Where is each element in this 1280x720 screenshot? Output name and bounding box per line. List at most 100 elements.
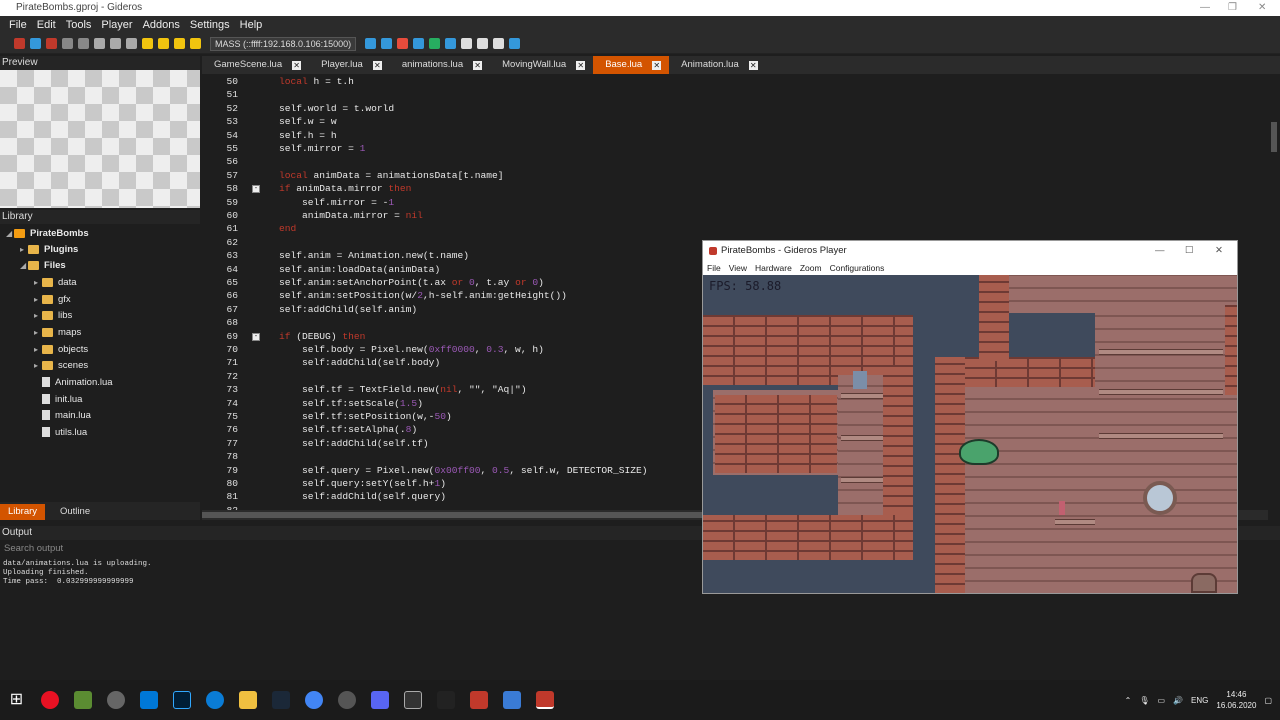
network-icon[interactable]: ▭ — [1158, 696, 1166, 705]
language-indicator[interactable]: ENG — [1191, 696, 1208, 705]
volume-icon[interactable]: 🔊 — [1173, 696, 1183, 705]
menu-help[interactable]: Help — [235, 19, 268, 31]
player-menu-hardware[interactable]: Hardware — [755, 261, 792, 275]
paste-icon[interactable] — [126, 38, 137, 49]
player-menu-view[interactable]: View — [729, 261, 747, 275]
scrollbar-thumb[interactable] — [1271, 122, 1277, 152]
collapse-arrow-icon[interactable]: ▸ — [34, 308, 42, 324]
undo-icon[interactable] — [62, 38, 73, 49]
gideros-player-icon[interactable] — [535, 691, 554, 709]
bookmark-clear-icon[interactable] — [190, 38, 201, 49]
minecraft-icon[interactable] — [73, 691, 92, 709]
tree-item-files[interactable]: ◢ Files — [20, 258, 66, 274]
tab-outline[interactable]: Outline — [52, 504, 98, 520]
player-menu-file[interactable]: File — [707, 261, 721, 275]
microphone-icon[interactable]: 🎙 — [1139, 696, 1149, 705]
delete-icon[interactable] — [46, 38, 57, 49]
edge-icon[interactable] — [205, 691, 224, 709]
tree-item-animation-lua[interactable]: Animation.lua — [42, 375, 113, 391]
gideros-icon[interactable] — [469, 691, 488, 709]
tab-library[interactable]: Library — [0, 504, 46, 520]
photoshop-icon[interactable] — [172, 691, 191, 709]
tab-base-lua[interactable]: Base.lua ✕ — [593, 56, 670, 74]
windows-start-icon[interactable]: ⊞ — [8, 691, 26, 709]
copy-icon[interactable] — [110, 38, 121, 49]
collapse-arrow-icon[interactable]: ▸ — [34, 275, 42, 291]
step-icon[interactable] — [413, 38, 425, 49]
cut-icon[interactable] — [94, 38, 105, 49]
start-player-icon[interactable] — [365, 38, 377, 49]
maximize-icon[interactable]: ❐ — [1228, 0, 1237, 16]
close-icon[interactable]: ✕ — [292, 60, 302, 70]
close-icon[interactable]: ✕ — [748, 60, 758, 70]
bookmark-next-icon[interactable] — [174, 38, 185, 49]
player-menu-zoom[interactable]: Zoom — [800, 261, 822, 275]
export-icon[interactable] — [429, 38, 441, 49]
menu-player[interactable]: Player — [96, 19, 137, 31]
file-explorer-icon[interactable] — [238, 691, 257, 709]
tree-item-data[interactable]: ▸ data — [34, 275, 77, 291]
app3-icon[interactable] — [436, 691, 455, 709]
tree-item-maps[interactable]: ▸ maps — [34, 325, 81, 341]
menu-edit[interactable]: Edit — [32, 19, 61, 31]
tree-item-scenes[interactable]: ▸ scenes — [34, 358, 88, 374]
close-icon[interactable]: ✕ — [652, 60, 662, 70]
player-menu-configurations[interactable]: Configurations — [830, 261, 885, 275]
run-icon[interactable] — [445, 38, 457, 49]
tab-animation-lua[interactable]: Animation.lua ✕ — [669, 56, 766, 74]
fold-toggle-icon[interactable]: - — [252, 332, 260, 341]
fold-toggle-icon[interactable]: - — [252, 185, 260, 194]
collapse-arrow-icon[interactable]: ▸ — [34, 325, 42, 341]
app2-icon[interactable] — [337, 691, 356, 709]
redo-icon[interactable] — [78, 38, 89, 49]
document2-icon[interactable] — [477, 38, 489, 49]
close-icon[interactable]: ✕ — [1258, 0, 1266, 16]
new-project-icon[interactable] — [14, 38, 25, 49]
close-icon[interactable]: ✕ — [1215, 241, 1223, 261]
vertical-scrollbar[interactable] — [1268, 74, 1280, 520]
game-viewport[interactable]: FPS: 58.88 — [703, 275, 1237, 593]
scrollbar-thumb[interactable] — [202, 512, 702, 518]
document3-icon[interactable] — [493, 38, 505, 49]
screen-icon[interactable] — [509, 38, 521, 49]
open-icon[interactable] — [30, 38, 41, 49]
player-target-select[interactable]: MASS (::ffff:192.168.0.106:15000) — [210, 36, 357, 51]
store-icon[interactable] — [139, 691, 158, 709]
discord-icon[interactable] — [370, 691, 389, 709]
tree-item-utils-lua[interactable]: utils.lua — [42, 425, 87, 441]
collapse-arrow-icon[interactable]: ▸ — [20, 242, 28, 258]
tree-item-main-lua[interactable]: main.lua — [42, 408, 91, 424]
app-icon[interactable] — [106, 691, 125, 709]
maximize-icon[interactable]: ☐ — [1185, 241, 1194, 261]
stop-icon[interactable] — [397, 38, 409, 49]
app4-icon[interactable] — [502, 691, 521, 709]
notifications-icon[interactable]: ▢ — [1264, 696, 1272, 705]
tray-chevron-icon[interactable]: ⌃ — [1125, 696, 1132, 705]
opera-icon[interactable] — [40, 691, 59, 709]
tree-item-objects[interactable]: ▸ objects — [34, 342, 88, 358]
tree-item-plugins[interactable]: ▸ Plugins — [20, 242, 78, 258]
chrome-icon[interactable] — [304, 691, 323, 709]
tree-item-project[interactable]: ◢ PirateBombs — [6, 226, 89, 242]
collapse-arrow-icon[interactable]: ▸ — [34, 342, 42, 358]
bookmark-prev-icon[interactable] — [158, 38, 169, 49]
expand-arrow-icon[interactable]: ◢ — [20, 258, 28, 274]
close-icon[interactable]: ✕ — [473, 60, 483, 70]
collapse-arrow-icon[interactable]: ▸ — [34, 358, 42, 374]
capture-icon[interactable] — [403, 691, 422, 709]
collapse-arrow-icon[interactable]: ▸ — [34, 292, 42, 308]
tree-item-libs[interactable]: ▸ libs — [34, 308, 72, 324]
tab-gamescene-lua[interactable]: GameScene.lua ✕ — [202, 56, 309, 74]
close-icon[interactable]: ✕ — [576, 60, 586, 70]
minimize-icon[interactable]: — — [1200, 0, 1210, 16]
expand-arrow-icon[interactable]: ◢ — [6, 226, 14, 242]
tab-player-lua[interactable]: Player.lua ✕ — [309, 56, 390, 74]
tab-animations-lua[interactable]: animations.lua ✕ — [390, 56, 490, 74]
bookmark-icon[interactable] — [142, 38, 153, 49]
document-icon[interactable] — [461, 38, 473, 49]
play-icon[interactable] — [381, 38, 393, 49]
tree-item-init-lua[interactable]: init.lua — [42, 392, 82, 408]
minimize-icon[interactable]: — — [1155, 241, 1165, 261]
menu-settings[interactable]: Settings — [185, 19, 235, 31]
close-icon[interactable]: ✕ — [372, 60, 382, 70]
